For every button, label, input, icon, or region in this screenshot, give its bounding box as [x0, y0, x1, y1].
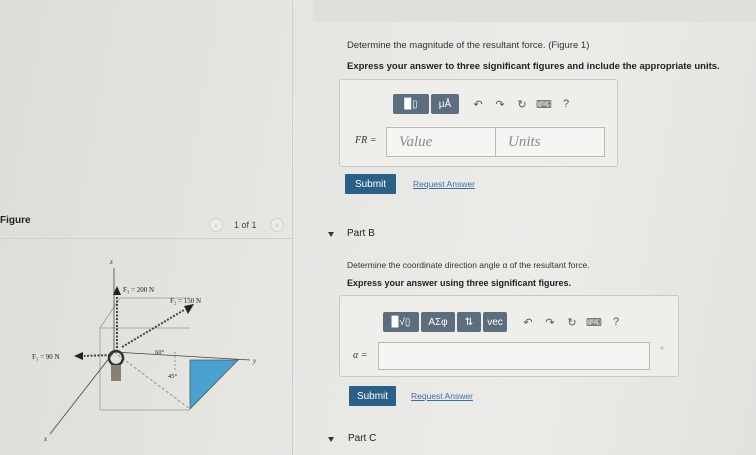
figure-header-divider	[0, 238, 292, 239]
chevron-right-icon: ›	[275, 220, 279, 230]
guide-dashed	[113, 351, 191, 410]
fr-label: FR =	[355, 135, 377, 146]
symbols-button-label: ΑΣφ	[428, 316, 448, 328]
redo-icon[interactable]: ↷	[539, 316, 561, 329]
help-icon[interactable]: ?	[555, 98, 577, 110]
part-a-toolbar: ▉▯ μÅ ↶ ↷ ↻ ⌨ ?	[393, 94, 577, 114]
keyboard-icon[interactable]: ⌨	[583, 316, 605, 329]
part-b-collapse-icon[interactable]	[328, 232, 334, 237]
part-b-submit-button[interactable]: Submit	[349, 386, 396, 406]
part-b-answer-box: ▉√▯ ΑΣφ ⇅ vec ↶ ↷ ↻ ⌨ ? α = °	[339, 295, 679, 377]
part-b-title: Part B	[347, 228, 375, 239]
part-b-request-answer-link[interactable]: Request Answer	[411, 391, 473, 401]
sort-button[interactable]: ⇅	[457, 312, 481, 332]
alpha-input[interactable]	[378, 342, 650, 370]
part-c-title: Part C	[348, 433, 377, 444]
part-c-collapse-icon[interactable]	[328, 437, 334, 442]
part-b-instruction: Express your answer using three signific…	[347, 278, 572, 288]
force-diagram: z y x F₃ = 200 N F₂ = 150 N F₁ = 90 N 60…	[32, 258, 257, 443]
arrow-f1	[74, 352, 83, 360]
top-band	[313, 0, 756, 22]
blue-plane	[189, 359, 239, 410]
undo-icon[interactable]: ↶	[517, 316, 539, 329]
angle-60-label: 60°	[155, 349, 165, 356]
prev-figure-button[interactable]: ‹	[209, 218, 223, 232]
f2-label: F₂ = 150 N	[170, 297, 201, 305]
reset-icon[interactable]: ↻	[561, 316, 583, 329]
value-placeholder: Value	[399, 133, 433, 150]
vector-button-label: vec	[487, 316, 503, 328]
next-figure-button[interactable]: ›	[270, 218, 284, 232]
degree-unit: °	[660, 346, 664, 357]
keyboard-icon[interactable]: ⌨	[533, 98, 555, 111]
sort-icon: ⇅	[464, 316, 474, 328]
units-input[interactable]: Units	[495, 127, 605, 157]
z-axis-label: z	[109, 258, 113, 266]
part-a-question: Determine the magnitude of the resultant…	[347, 40, 590, 51]
radical-template-button[interactable]: ▉√▯	[383, 312, 419, 332]
undo-icon[interactable]: ↶	[467, 98, 489, 111]
template-icon: ▉▯	[404, 98, 418, 110]
x-axis-label: x	[43, 435, 48, 443]
template-button[interactable]: ▉▯	[393, 94, 429, 114]
radical-icon: ▉√▯	[391, 316, 411, 328]
reset-icon[interactable]: ↻	[511, 98, 533, 111]
f3-label: F₃ = 200 N	[123, 286, 154, 294]
part-a-submit-button[interactable]: Submit	[345, 174, 396, 194]
chain-f1	[83, 354, 111, 357]
y-axis-label: y	[252, 357, 257, 365]
chain-f2	[121, 309, 185, 348]
part-a-instruction: Express your answer to three significant…	[347, 61, 720, 72]
value-input[interactable]: Value	[386, 127, 507, 157]
symbols-button[interactable]: ΑΣφ	[421, 312, 455, 332]
figure-pager: 1 of 1	[234, 220, 257, 230]
part-b-toolbar: ▉√▯ ΑΣφ ⇅ vec ↶ ↷ ↻ ⌨ ?	[383, 312, 627, 332]
units-button-label: μÅ	[438, 98, 452, 110]
x-axis	[49, 351, 115, 435]
redo-icon[interactable]: ↷	[489, 98, 511, 111]
figure-title: Figure	[0, 215, 31, 226]
part-b-question: Determine the coordinate direction angle…	[347, 260, 590, 270]
part-a-answer-box: ▉▯ μÅ ↶ ↷ ↻ ⌨ ? FR = Value Units	[339, 79, 618, 167]
help-icon[interactable]: ?	[605, 316, 627, 328]
alpha-label: α =	[353, 350, 368, 361]
vector-button[interactable]: vec	[483, 312, 507, 332]
angle-45-label: 45°	[168, 373, 178, 380]
units-button[interactable]: μÅ	[431, 94, 459, 114]
chevron-left-icon: ‹	[214, 220, 218, 230]
f1-label: F₁ = 90 N	[32, 353, 60, 361]
part-a-request-answer-link[interactable]: Request Answer	[413, 179, 475, 189]
eyebolt-base	[111, 365, 121, 381]
panel-divider	[292, 0, 293, 455]
units-placeholder: Units	[508, 133, 541, 150]
y-axis	[113, 351, 251, 361]
arrow-f2	[184, 304, 194, 314]
